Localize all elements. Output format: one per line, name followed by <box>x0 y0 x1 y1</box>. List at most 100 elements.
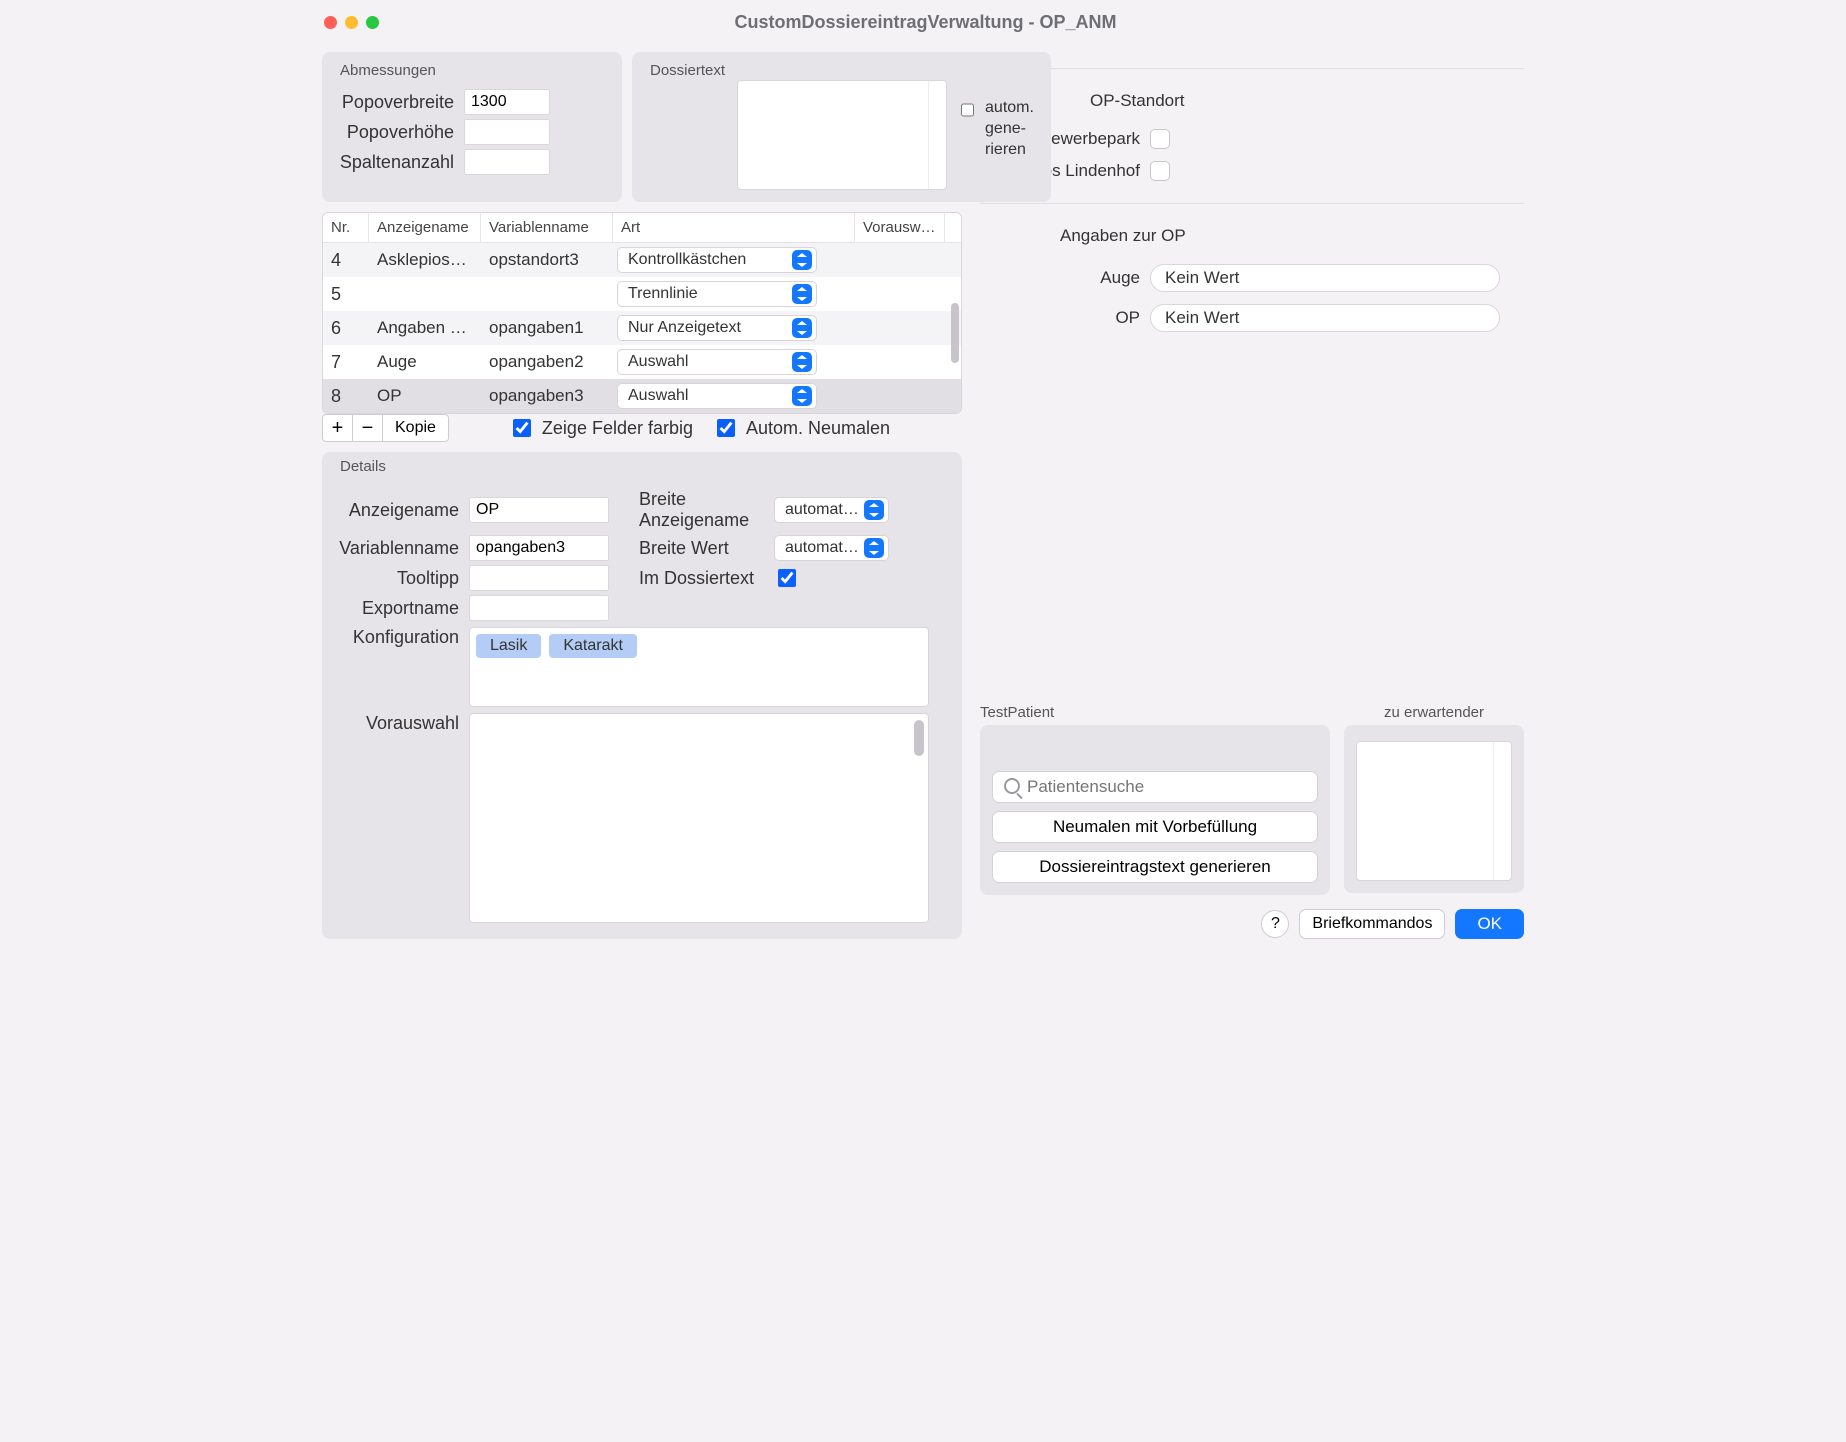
op-standort-title: OP-Standort <box>980 91 1524 111</box>
search-icon <box>1004 778 1020 794</box>
cell-anzeigename <box>369 291 481 297</box>
table-row[interactable]: 6Angaben z…opangaben1Nur Anzeigetext <box>323 311 961 345</box>
konfiguration-label: Konfiguration <box>334 627 469 648</box>
cell-variablenname: opstandort3 <box>481 247 613 273</box>
im-dossiertext-checkbox[interactable] <box>778 569 796 587</box>
asklepios-lindenhof-checkbox[interactable] <box>1150 161 1170 181</box>
testpatient-group: Neumalen mit Vorbefüllung Dossiereintrag… <box>980 725 1330 895</box>
autom-neumalen-label: Autom. Neumalen <box>746 418 890 439</box>
zu-erwartender-group <box>1344 725 1524 893</box>
op-label: OP <box>980 308 1150 328</box>
zu-erwartender-textarea[interactable] <box>1356 741 1512 881</box>
ok-button[interactable]: OK <box>1455 909 1524 939</box>
table-scrollbar[interactable] <box>951 303 959 363</box>
details-group: Details Anzeigename Breite Anzeigename a… <box>322 452 962 939</box>
art-select[interactable]: Auswahl <box>617 349 817 375</box>
chevron-updown-icon <box>792 352 812 372</box>
anzeigename-input[interactable] <box>469 497 609 523</box>
cell-anzeigename: Asklepios… <box>369 247 481 273</box>
popoverhoehe-label: Popoverhöhe <box>334 122 464 143</box>
cell-anzeigename: OP <box>369 383 481 409</box>
table-header: Nr. Anzeigename Variablenname Art Voraus… <box>323 213 961 243</box>
cell-anzeigename: Auge <box>369 349 481 375</box>
breite-anzeigename-select[interactable]: automat… <box>774 497 889 523</box>
autom-generieren-checkbox[interactable] <box>961 101 974 119</box>
table-row[interactable]: 5 Trennlinie <box>323 277 961 311</box>
add-row-button[interactable]: + <box>322 414 352 442</box>
col-anzeigename[interactable]: Anzeigename <box>369 213 481 242</box>
window-controls <box>324 16 379 29</box>
op-select[interactable]: Kein Wert <box>1150 304 1500 332</box>
zu-erwartender-label: zu erwartender <box>1344 704 1524 721</box>
art-select[interactable]: Trennlinie <box>617 281 817 307</box>
details-label: Details <box>336 456 950 477</box>
chevron-updown-icon <box>792 284 812 304</box>
konfiguration-chips[interactable]: Lasik Katarakt <box>469 627 929 707</box>
kopie-button[interactable]: Kopie <box>382 414 449 442</box>
testpatient-label: TestPatient <box>980 704 1330 721</box>
cell-nr: 6 <box>323 315 369 342</box>
chevron-updown-icon <box>792 318 812 338</box>
breite-wert-select[interactable]: automat… <box>774 535 889 561</box>
cell-variablenname <box>481 291 613 297</box>
autom-neumalen-checkbox[interactable] <box>717 419 735 437</box>
konfiguration-chip[interactable]: Katarakt <box>549 634 637 658</box>
im-dossiertext-label: Im Dossiertext <box>639 568 774 589</box>
autom-generieren-label: autom. gene­rieren <box>985 98 1039 160</box>
exportname-label: Exportname <box>334 598 469 619</box>
breite-wert-label: Breite Wert <box>639 538 774 559</box>
angaben-zur-op-title: Angaben zur OP <box>980 226 1524 246</box>
table-row[interactable]: 7Augeopangaben2Auswahl <box>323 345 961 379</box>
table-row[interactable]: 8OPopangaben3Auswahl <box>323 379 961 413</box>
col-variablenname[interactable]: Variablenname <box>481 213 613 242</box>
vorauswahl-label: Vorauswahl <box>334 713 469 734</box>
col-art[interactable]: Art <box>613 213 855 242</box>
popoverbreite-input[interactable] <box>464 89 550 115</box>
tooltipp-label: Tooltipp <box>334 568 469 589</box>
dossiertext-textarea[interactable] <box>737 80 947 190</box>
col-nr[interactable]: Nr. <box>323 213 369 242</box>
dossiereintragstext-generieren-button[interactable]: Dossiereintragstext generieren <box>992 851 1318 883</box>
neumalen-vorbefuellung-button[interactable]: Neumalen mit Vorbefüllung <box>992 811 1318 843</box>
auge-select[interactable]: Kein Wert <box>1150 264 1500 292</box>
konfiguration-chip[interactable]: Lasik <box>476 634 541 658</box>
spaltenanzahl-label: Spaltenanzahl <box>334 152 464 173</box>
zeige-felder-farbig-checkbox[interactable] <box>513 419 531 437</box>
cell-variablenname: opangaben3 <box>481 383 613 409</box>
chevron-updown-icon <box>864 538 884 558</box>
breite-anzeigename-label: Breite Anzeigename <box>639 489 774 531</box>
chevron-updown-icon <box>792 250 812 270</box>
variablenname-label: Variablenname <box>334 538 469 559</box>
cell-nr: 5 <box>323 281 369 308</box>
vorauswahl-textarea[interactable] <box>469 713 929 923</box>
cell-variablenname: opangaben1 <box>481 315 613 341</box>
art-select[interactable]: Kontrollkästchen <box>617 247 817 273</box>
anzeigename-label: Anzeigename <box>334 500 469 521</box>
table-row[interactable]: 4Asklepios…opstandort3Kontrollkästchen <box>323 243 961 277</box>
zoom-icon[interactable] <box>366 16 379 29</box>
close-icon[interactable] <box>324 16 337 29</box>
scrollbar-thumb[interactable] <box>914 720 924 756</box>
col-vorauswahl[interactable]: Vorausw… <box>855 213 945 242</box>
gewerbepark-checkbox[interactable] <box>1150 129 1170 149</box>
cell-anzeigename: Angaben z… <box>369 315 481 341</box>
zeige-felder-farbig-label: Zeige Felder farbig <box>542 418 693 439</box>
variablenname-input[interactable] <box>469 535 609 561</box>
tooltipp-input[interactable] <box>469 565 609 591</box>
chevron-updown-icon <box>792 386 812 406</box>
art-select[interactable]: Auswahl <box>617 383 817 409</box>
remove-row-button[interactable]: − <box>352 414 382 442</box>
patientensuche-input[interactable] <box>992 771 1318 803</box>
minimize-icon[interactable] <box>345 16 358 29</box>
art-select[interactable]: Nur Anzeigetext <box>617 315 817 341</box>
cell-variablenname: opangaben2 <box>481 349 613 375</box>
exportname-input[interactable] <box>469 595 609 621</box>
briefkommandos-button[interactable]: Briefkommandos <box>1299 909 1445 939</box>
fields-table: Nr. Anzeigename Variablenname Art Voraus… <box>322 212 962 414</box>
popoverbreite-label: Popoverbreite <box>334 92 464 113</box>
help-button[interactable]: ? <box>1261 910 1289 938</box>
titlebar: CustomDossiereintragVerwaltung - OP_ANM <box>308 0 1538 44</box>
spaltenanzahl-input[interactable] <box>464 149 550 175</box>
auge-label: Auge <box>980 268 1150 288</box>
popoverhoehe-input[interactable] <box>464 119 550 145</box>
